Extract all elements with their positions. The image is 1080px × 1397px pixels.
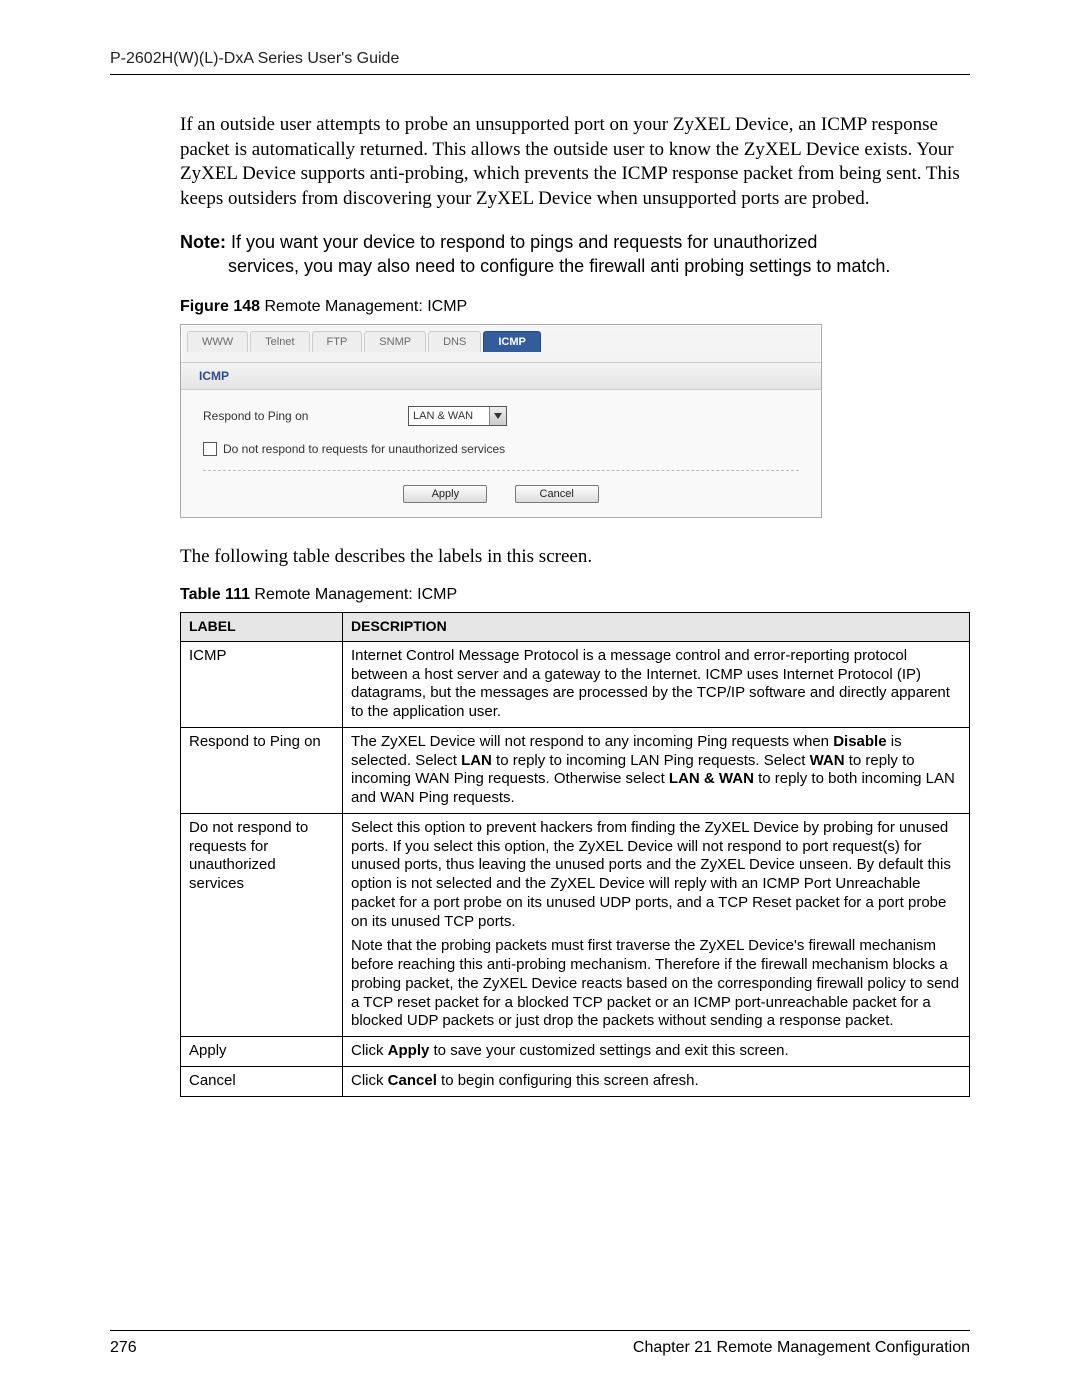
- table-row: ApplyClick Apply to save your customized…: [181, 1037, 970, 1067]
- cell-description: Select this option to prevent hackers fr…: [343, 813, 970, 1036]
- cell-label: Do not respond to requests for unauthori…: [181, 813, 343, 1036]
- cell-description: Click Cancel to begin configuring this s…: [343, 1066, 970, 1096]
- page-footer: 276 Chapter 21 Remote Management Configu…: [110, 1330, 970, 1357]
- apply-button[interactable]: Apply: [403, 485, 487, 503]
- cancel-button[interactable]: Cancel: [515, 485, 599, 503]
- respond-select-value: LAN & WAN: [409, 409, 489, 424]
- cell-description: Click Apply to save your customized sett…: [343, 1037, 970, 1067]
- intro-paragraph: If an outside user attempts to probe an …: [180, 113, 970, 212]
- table-row: Do not respond to requests for unauthori…: [181, 813, 970, 1036]
- running-header: P-2602H(W)(L)-DxA Series User's Guide: [110, 50, 970, 75]
- chapter-title: Chapter 21 Remote Management Configurati…: [633, 1339, 970, 1357]
- section-heading: ICMP: [181, 362, 821, 390]
- chevron-down-icon[interactable]: [489, 407, 506, 425]
- table-title: Remote Management: ICMP: [250, 586, 457, 603]
- table-row: CancelClick Cancel to begin configuring …: [181, 1066, 970, 1096]
- page-number: 276: [110, 1339, 137, 1357]
- col-label: Label: [181, 613, 343, 642]
- cell-label: Apply: [181, 1037, 343, 1067]
- note-block: Note: If you want your device to respond…: [180, 230, 970, 279]
- unauthorized-checkbox[interactable]: [203, 442, 217, 456]
- icmp-config-panel: WWW Telnet FTP SNMP DNS ICMP ICMP Respon…: [180, 324, 822, 518]
- tab-snmp[interactable]: SNMP: [364, 331, 426, 352]
- tab-bar: WWW Telnet FTP SNMP DNS ICMP: [181, 325, 821, 352]
- tab-dns[interactable]: DNS: [428, 331, 481, 352]
- table-number: Table 111: [180, 586, 250, 603]
- tab-ftp[interactable]: FTP: [312, 331, 363, 352]
- tab-telnet[interactable]: Telnet: [250, 331, 309, 352]
- table-caption: Table 111 Remote Management: ICMP: [180, 586, 970, 604]
- cell-description: Internet Control Message Protocol is a m…: [343, 641, 970, 727]
- respond-select[interactable]: LAN & WAN: [408, 406, 507, 426]
- cell-label: Respond to Ping on: [181, 727, 343, 813]
- unauthorized-checkbox-label: Do not respond to requests for unauthori…: [223, 442, 505, 456]
- table-row: Respond to Ping onThe ZyXEL Device will …: [181, 727, 970, 813]
- definitions-table: Label Description ICMPInternet Control M…: [180, 612, 970, 1096]
- table-intro-text: The following table describes the labels…: [180, 546, 970, 568]
- table-row: ICMPInternet Control Message Protocol is…: [181, 641, 970, 727]
- note-text-line1: If you want your device to respond to pi…: [231, 232, 817, 252]
- note-text-cont: services, you may also need to configure…: [228, 254, 970, 278]
- cell-label: Cancel: [181, 1066, 343, 1096]
- note-label: Note:: [180, 232, 226, 252]
- figure-caption: Figure 148 Remote Management: ICMP: [180, 298, 970, 316]
- respond-label: Respond to Ping on: [203, 409, 408, 423]
- col-description: Description: [343, 613, 970, 642]
- figure-number: Figure 148: [180, 298, 260, 315]
- tab-icmp[interactable]: ICMP: [483, 331, 541, 352]
- cell-label: ICMP: [181, 641, 343, 727]
- cell-description: The ZyXEL Device will not respond to any…: [343, 727, 970, 813]
- figure-title: Remote Management: ICMP: [260, 298, 467, 315]
- tab-www[interactable]: WWW: [187, 331, 248, 352]
